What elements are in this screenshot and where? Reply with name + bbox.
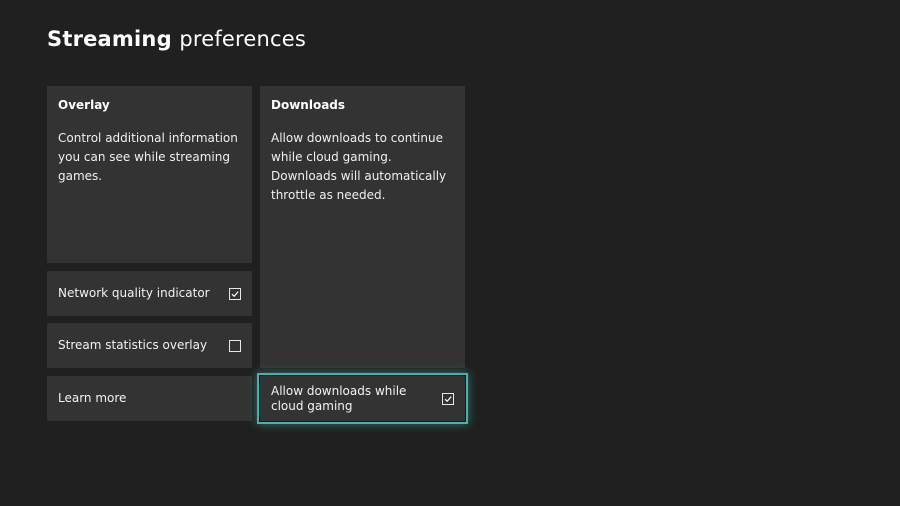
page-title: Streaming preferences [47, 25, 306, 53]
page-title-primary: Streaming [47, 27, 172, 51]
stream-statistics-overlay-label: Stream statistics overlay [58, 338, 208, 352]
learn-more-label: Learn more [58, 391, 127, 405]
checkmark-icon [231, 290, 239, 297]
downloads-info-tile: Downloads Allow downloads to continue wh… [260, 86, 465, 368]
checkmark-icon [444, 395, 452, 402]
downloads-description: Allow downloads to continue while cloud … [271, 131, 447, 202]
stream-statistics-overlay-checkbox[interactable] [229, 339, 241, 352]
network-quality-indicator-label: Network quality indicator [58, 286, 210, 300]
page-title-secondary: preferences [179, 27, 307, 51]
allow-downloads-while-cloud-gaming-option[interactable]: Allow downloads while cloud gaming [257, 373, 468, 424]
network-quality-indicator-option[interactable]: Network quality indicator [47, 271, 252, 316]
overlay-heading: Overlay [58, 98, 110, 112]
overlay-info-tile: Overlay Control additional information y… [47, 86, 252, 263]
network-quality-indicator-checkbox[interactable] [229, 287, 241, 300]
learn-more-button[interactable]: Learn more [47, 376, 252, 421]
overlay-description: Control additional information you can s… [58, 131, 238, 183]
stream-statistics-overlay-option[interactable]: Stream statistics overlay [47, 323, 252, 368]
downloads-heading: Downloads [271, 98, 346, 112]
allow-downloads-label: Allow downloads while cloud gaming [271, 383, 407, 413]
allow-downloads-checkbox[interactable] [442, 392, 454, 405]
